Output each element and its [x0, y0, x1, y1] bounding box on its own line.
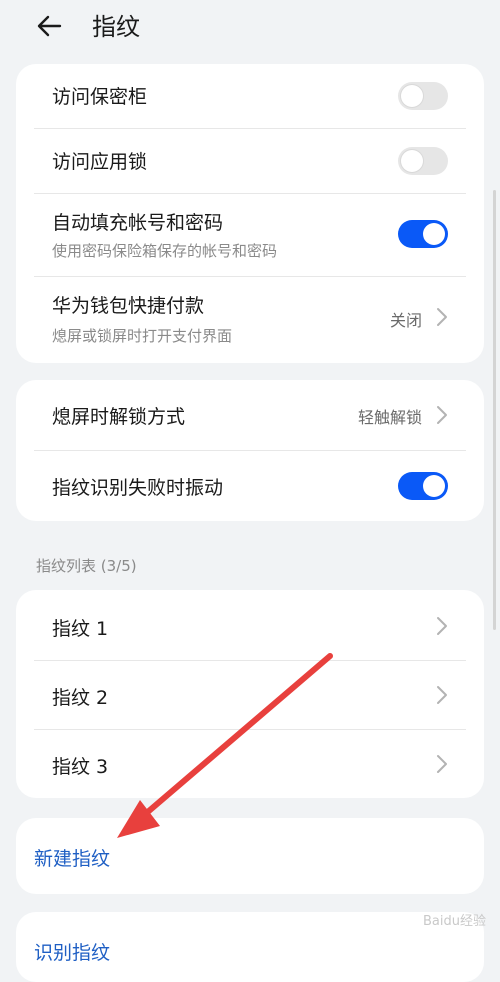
- fingerprint-list-card: 指纹 1 指纹 2 指纹 3: [16, 590, 484, 798]
- fingerprint-item[interactable]: 指纹 3: [34, 730, 466, 798]
- chevron-right-icon: [437, 308, 447, 326]
- fail-vibrate-row[interactable]: 指纹识别失败时振动: [34, 451, 466, 521]
- chevron-right-icon: [437, 755, 447, 773]
- row-label: 指纹识别失败时振动: [52, 477, 224, 499]
- row-label: 华为钱包快捷付款: [52, 295, 205, 317]
- chevron-right-icon: [437, 686, 447, 704]
- fingerprint-item[interactable]: 指纹 1: [34, 590, 466, 661]
- fingerprint-name: 指纹 3: [52, 756, 109, 778]
- row-label: 自动填充帐号和密码: [52, 212, 224, 234]
- wallet-quickpay-value: 关闭: [389, 311, 422, 330]
- new-fingerprint-card: 新建指纹: [16, 818, 484, 894]
- watermark-text: Baidu经验: [423, 914, 486, 929]
- settings-card-access: 访问保密柜 访问应用锁 自动填充帐号和密码 使用密码保险箱保存的帐号和密码 华为…: [16, 64, 484, 363]
- row-subtitle: 使用密码保险箱保存的帐号和密码: [52, 242, 278, 260]
- scrollbar[interactable]: [493, 190, 496, 630]
- back-arrow-icon[interactable]: [34, 10, 66, 42]
- autofill-row[interactable]: 自动填充帐号和密码 使用密码保险箱保存的帐号和密码: [34, 194, 466, 277]
- row-label: 访问保密柜: [52, 86, 148, 108]
- access-safe-row[interactable]: 访问保密柜: [34, 64, 466, 129]
- identify-fingerprint-card: 识别指纹: [16, 912, 484, 982]
- screen-off-unlock-row[interactable]: 熄屏时解锁方式 轻触解锁: [34, 380, 466, 451]
- chevron-right-icon: [437, 617, 447, 635]
- chevron-right-icon: [437, 406, 447, 424]
- wallet-quickpay-row[interactable]: 华为钱包快捷付款 熄屏或锁屏时打开支付界面 关闭: [34, 277, 466, 363]
- identify-fingerprint-button[interactable]: 识别指纹: [34, 938, 110, 965]
- screen-off-unlock-value: 轻触解锁: [357, 408, 422, 427]
- settings-card-unlock: 熄屏时解锁方式 轻触解锁 指纹识别失败时振动: [16, 380, 484, 521]
- access-applock-row[interactable]: 访问应用锁: [34, 129, 466, 194]
- new-fingerprint-button[interactable]: 新建指纹: [34, 844, 110, 871]
- row-label: 访问应用锁: [52, 151, 148, 173]
- fingerprint-list-header: 指纹列表 (3/5): [36, 557, 137, 575]
- top-bar: 指纹: [0, 0, 500, 56]
- autofill-toggle[interactable]: [398, 220, 448, 248]
- fail-vibrate-toggle[interactable]: [398, 472, 448, 500]
- page-title: 指纹: [92, 13, 140, 41]
- fingerprint-item[interactable]: 指纹 2: [34, 661, 466, 730]
- row-subtitle: 熄屏或锁屏时打开支付界面: [52, 327, 233, 345]
- access-safe-toggle[interactable]: [398, 82, 448, 110]
- row-label: 熄屏时解锁方式: [52, 406, 186, 428]
- access-applock-toggle[interactable]: [398, 147, 448, 175]
- fingerprint-name: 指纹 2: [52, 687, 109, 709]
- fingerprint-name: 指纹 1: [52, 618, 109, 640]
